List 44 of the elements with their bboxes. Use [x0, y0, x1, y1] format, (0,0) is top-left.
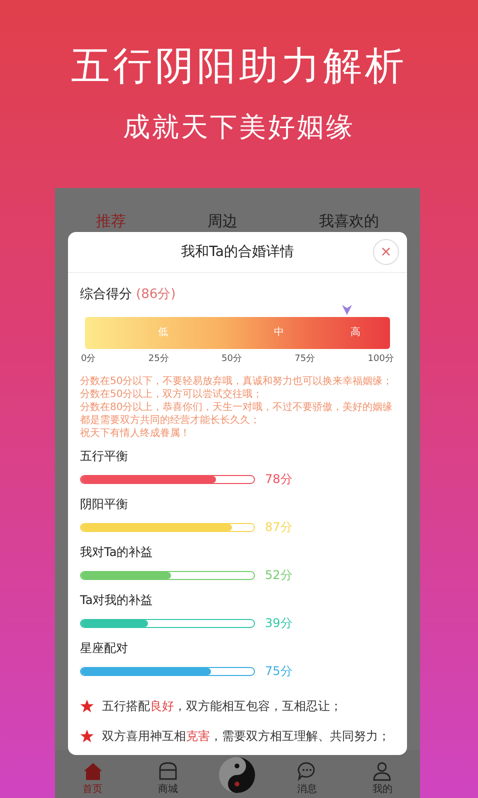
category-tab[interactable]: 我喜欢的 — [319, 212, 380, 231]
score-note: 分数在50分以下，不要轻易放弃哦，真诚和努力也可以换来幸福姻缘； — [80, 375, 394, 388]
remark-text: 五行搭配良好，双方能相互包容，互相忍让； — [102, 698, 342, 714]
dialog-title: 我和Ta的合婚详情 — [181, 243, 294, 261]
tick-label: 25分 — [148, 352, 169, 365]
person-icon — [371, 760, 394, 782]
zone-label: 低 — [158, 326, 168, 339]
tick-label: 50分 — [222, 352, 242, 365]
shop-icon — [157, 760, 180, 782]
nav-tab[interactable]: 商城 — [143, 760, 194, 796]
subheadline: 成就天下美好姻缘 — [123, 110, 355, 145]
score-label: 综合得分 — [80, 286, 132, 303]
yin-yang-icon[interactable] — [218, 756, 256, 794]
metric-label: 星座配对 — [80, 640, 129, 657]
home-icon — [82, 760, 104, 782]
category-tab[interactable]: 周边 — [207, 212, 238, 231]
metric-score: 87分 — [265, 519, 292, 536]
score-note: 分数在80分以上，恭喜你们，天生一对哦，不过不要骄傲，美好的姻缘 — [80, 401, 394, 414]
tick-label: 75分 — [294, 352, 316, 365]
nav-tab[interactable]: 我的 — [357, 760, 408, 796]
score-note: 分数在50分以上，双方可以尝试交往哦； — [80, 388, 264, 401]
remark-text: 双方喜用神互相克害，需要双方相互理解、共同努力； — [102, 728, 390, 744]
metric-label: Ta对我的补益 — [80, 592, 154, 609]
score-note: 祝天下有情人终成眷属！ — [80, 427, 191, 440]
metric-label: 我对Ta的补益 — [80, 544, 154, 561]
nav-tab[interactable]: 消息 — [282, 760, 332, 796]
score-value: (86分) — [136, 286, 176, 303]
metric-score: 78分 — [265, 471, 292, 488]
close-button[interactable]: × — [373, 239, 399, 265]
headline: 五行阴阳助力解析 — [71, 44, 407, 91]
score-note: 都是需要双方共同的经营才能长长久久； — [80, 414, 261, 427]
metric-score: 52分 — [265, 567, 292, 584]
metric-label: 五行平衡 — [80, 448, 129, 465]
zone-label: 中 — [274, 326, 284, 339]
zone-label: 高 — [350, 326, 360, 339]
category-tab[interactable]: 推荐 — [96, 212, 126, 231]
star-icon — [80, 729, 94, 743]
tick-label: 0分 — [81, 352, 96, 365]
metric-label: 阴阳平衡 — [80, 496, 129, 513]
nav-tab[interactable]: 首页 — [68, 760, 118, 796]
metric-score: 39分 — [265, 615, 292, 632]
metric-score: 75分 — [265, 663, 292, 680]
star-icon — [80, 699, 94, 713]
tick-label: 100分 — [368, 352, 394, 365]
